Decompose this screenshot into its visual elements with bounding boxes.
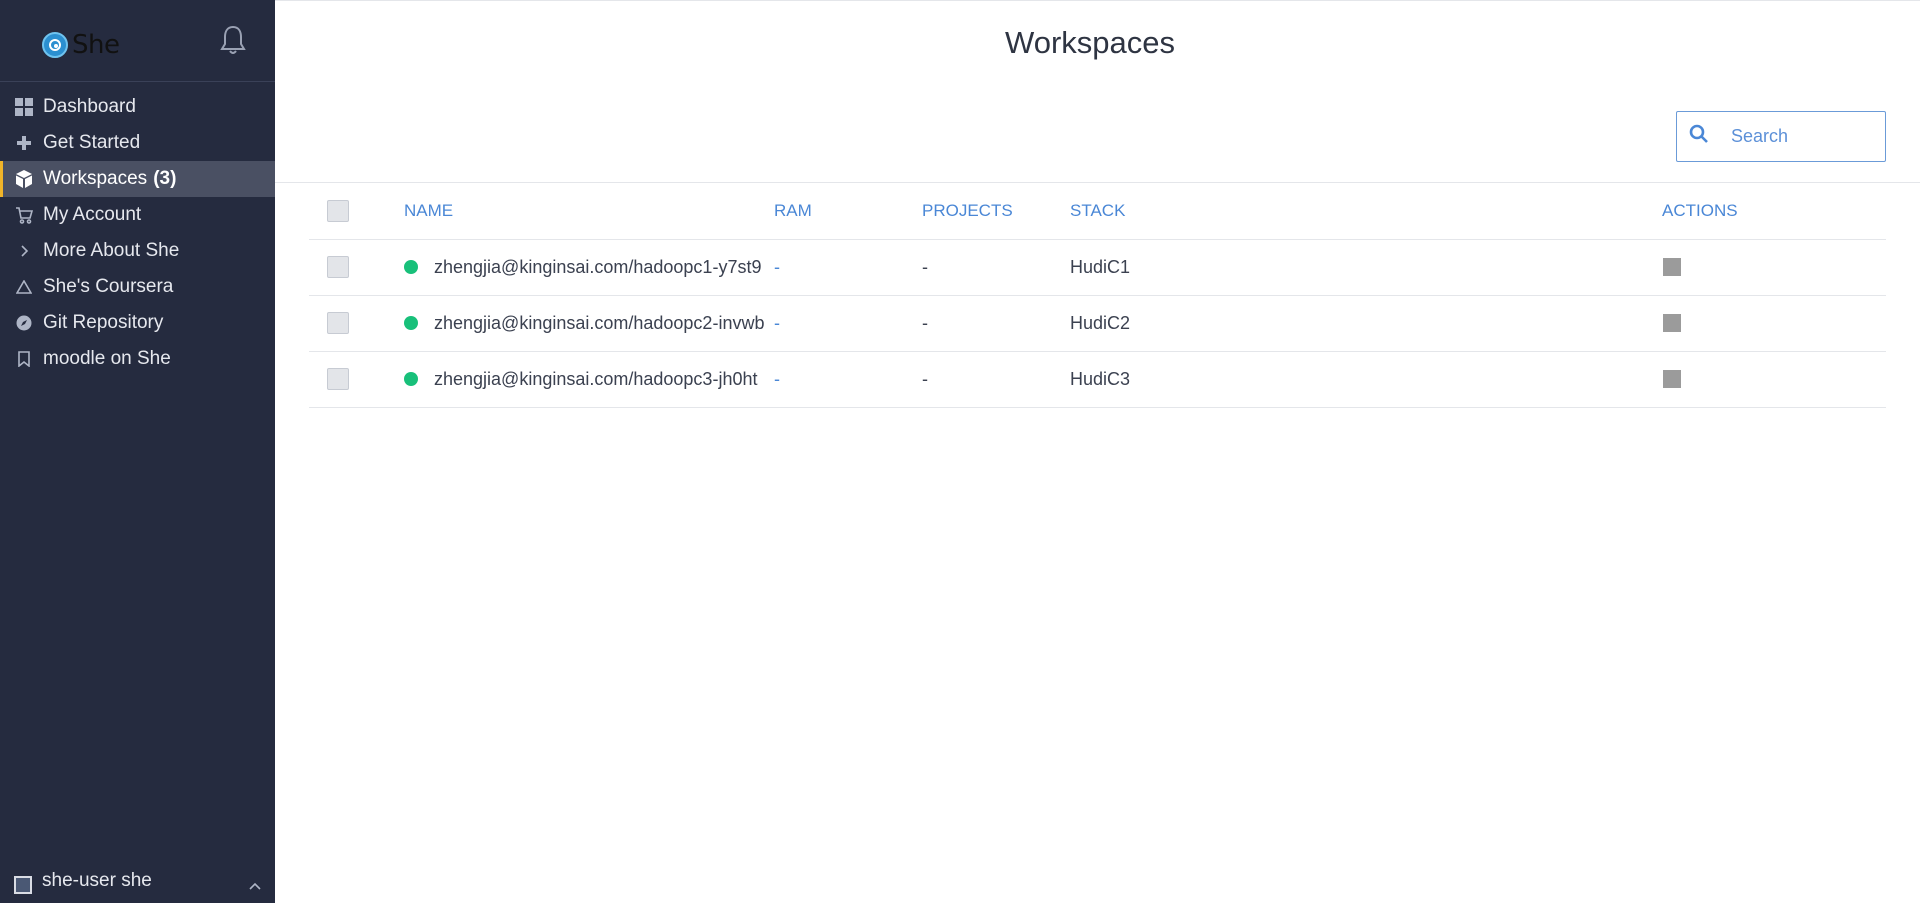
- workspaces-table: NAME RAM PROJECTS STACK ACTIONS zhengjia…: [309, 183, 1886, 408]
- sidebar-item-label: My Account: [43, 204, 142, 225]
- select-all-cell: [309, 183, 404, 240]
- sidebar-item-shes-coursera[interactable]: She's Coursera: [0, 269, 275, 305]
- stop-workspace-button[interactable]: [1663, 370, 1681, 388]
- workspace-count: (3): [153, 168, 177, 189]
- user-menu[interactable]: she-user she: [0, 859, 275, 903]
- column-header-stack[interactable]: STACK: [1070, 183, 1662, 240]
- table-header-row: NAME RAM PROJECTS STACK ACTIONS: [309, 183, 1886, 240]
- status-running-indicator: [404, 316, 418, 330]
- logo-icon: [42, 32, 68, 58]
- sidebar-header: She: [0, 0, 275, 82]
- main-content: Workspaces NAME RAM PROJECTS STACK ACTIO…: [275, 0, 1920, 903]
- sidebar-item-get-started[interactable]: Get Started: [0, 125, 275, 161]
- table-row[interactable]: zhengjia@kinginsai.com/hadoopc1-y7st9 - …: [309, 239, 1886, 296]
- sidebar-item-label: Dashboard: [43, 96, 136, 117]
- sidebar-item-workspaces[interactable]: Workspaces (3): [0, 161, 275, 197]
- table-row[interactable]: zhengjia@kinginsai.com/hadoopc3-jh0ht - …: [309, 351, 1886, 408]
- row-checkbox[interactable]: [327, 368, 349, 390]
- ram-value: -: [774, 368, 780, 389]
- table-row[interactable]: zhengjia@kinginsai.com/hadoopc2-invwb - …: [309, 295, 1886, 352]
- projects-cell: -: [922, 351, 1070, 408]
- actions-cell: [1662, 239, 1886, 296]
- select-all-checkbox[interactable]: [327, 199, 349, 222]
- sidebar-item-label: Workspaces: [43, 168, 148, 189]
- app-name: She: [72, 30, 120, 60]
- plus-icon: [14, 133, 34, 153]
- sidebar-item-dashboard[interactable]: Dashboard: [0, 89, 275, 125]
- user-name: she-user she: [42, 870, 152, 891]
- status-running-indicator: [404, 372, 418, 386]
- dashboard-grid-icon: [14, 97, 34, 117]
- sidebar-item-my-account[interactable]: My Account: [0, 197, 275, 233]
- stack-cell: HudiC2: [1070, 295, 1662, 352]
- row-checkbox[interactable]: [327, 312, 349, 334]
- status-running-indicator: [404, 260, 418, 274]
- sidebar-nav: Dashboard Get Started Workspaces (3) My: [0, 89, 275, 377]
- sidebar-item-more-about-she[interactable]: More About She: [0, 233, 275, 269]
- workspace-name-cell: zhengjia@kinginsai.com/hadoopc2-invwb: [404, 295, 774, 352]
- ram-cell: -: [774, 351, 922, 408]
- cube-icon: [14, 169, 34, 189]
- search-input[interactable]: [1731, 126, 1871, 147]
- ram-cell: -: [774, 239, 922, 296]
- workspace-name-link[interactable]: zhengjia@kinginsai.com/hadoopc2-invwb: [434, 313, 764, 334]
- bell-icon[interactable]: [218, 24, 248, 56]
- avatar: [14, 876, 32, 894]
- projects-cell: -: [922, 295, 1070, 352]
- stack-cell: HudiC1: [1070, 239, 1662, 296]
- triangle-icon: [14, 277, 34, 297]
- workspace-name-cell: zhengjia@kinginsai.com/hadoopc1-y7st9: [404, 239, 774, 296]
- stop-workspace-button[interactable]: [1663, 314, 1681, 332]
- row-check-cell: [309, 295, 404, 352]
- workspace-name-link[interactable]: zhengjia@kinginsai.com/hadoopc1-y7st9: [434, 257, 761, 278]
- sidebar-item-label: She's Coursera: [43, 276, 174, 297]
- chevron-right-icon: [14, 241, 34, 261]
- stop-workspace-button[interactable]: [1663, 258, 1681, 276]
- compass-icon: [14, 313, 34, 333]
- ram-value: -: [774, 256, 780, 277]
- cart-icon: [14, 205, 34, 225]
- app-logo[interactable]: She: [42, 30, 120, 60]
- stack-cell: HudiC3: [1070, 351, 1662, 408]
- column-header-actions: ACTIONS: [1662, 183, 1886, 240]
- sidebar-item-moodle-on-she[interactable]: moodle on She: [0, 341, 275, 377]
- search-box[interactable]: [1676, 111, 1886, 162]
- sidebar-item-git-repository[interactable]: Git Repository: [0, 305, 275, 341]
- column-header-name[interactable]: NAME: [404, 183, 774, 240]
- ram-cell: -: [774, 295, 922, 352]
- search-icon[interactable]: [1689, 124, 1709, 149]
- row-checkbox[interactable]: [327, 256, 349, 278]
- sidebar-item-label: Git Repository: [43, 312, 164, 333]
- sidebar: She Dashboard Get Started Workspaces (3)…: [0, 0, 275, 903]
- app-window: She Dashboard Get Started Workspaces (3)…: [0, 0, 1920, 903]
- sidebar-item-label: moodle on She: [43, 348, 171, 369]
- bookmark-icon: [14, 349, 34, 369]
- ram-value: -: [774, 312, 780, 333]
- workspace-name-cell: zhengjia@kinginsai.com/hadoopc3-jh0ht: [404, 351, 774, 408]
- sidebar-item-label: Get Started: [43, 132, 141, 153]
- chevron-up-icon[interactable]: [249, 874, 261, 896]
- row-check-cell: [309, 351, 404, 408]
- column-header-ram[interactable]: RAM: [774, 183, 922, 240]
- page-title: Workspaces: [1005, 25, 1175, 60]
- column-header-projects[interactable]: PROJECTS: [922, 183, 1070, 240]
- projects-cell: -: [922, 239, 1070, 296]
- sidebar-item-label: More About She: [43, 240, 180, 261]
- actions-cell: [1662, 295, 1886, 352]
- workspace-name-link[interactable]: zhengjia@kinginsai.com/hadoopc3-jh0ht: [434, 369, 757, 390]
- row-check-cell: [309, 239, 404, 296]
- actions-cell: [1662, 351, 1886, 408]
